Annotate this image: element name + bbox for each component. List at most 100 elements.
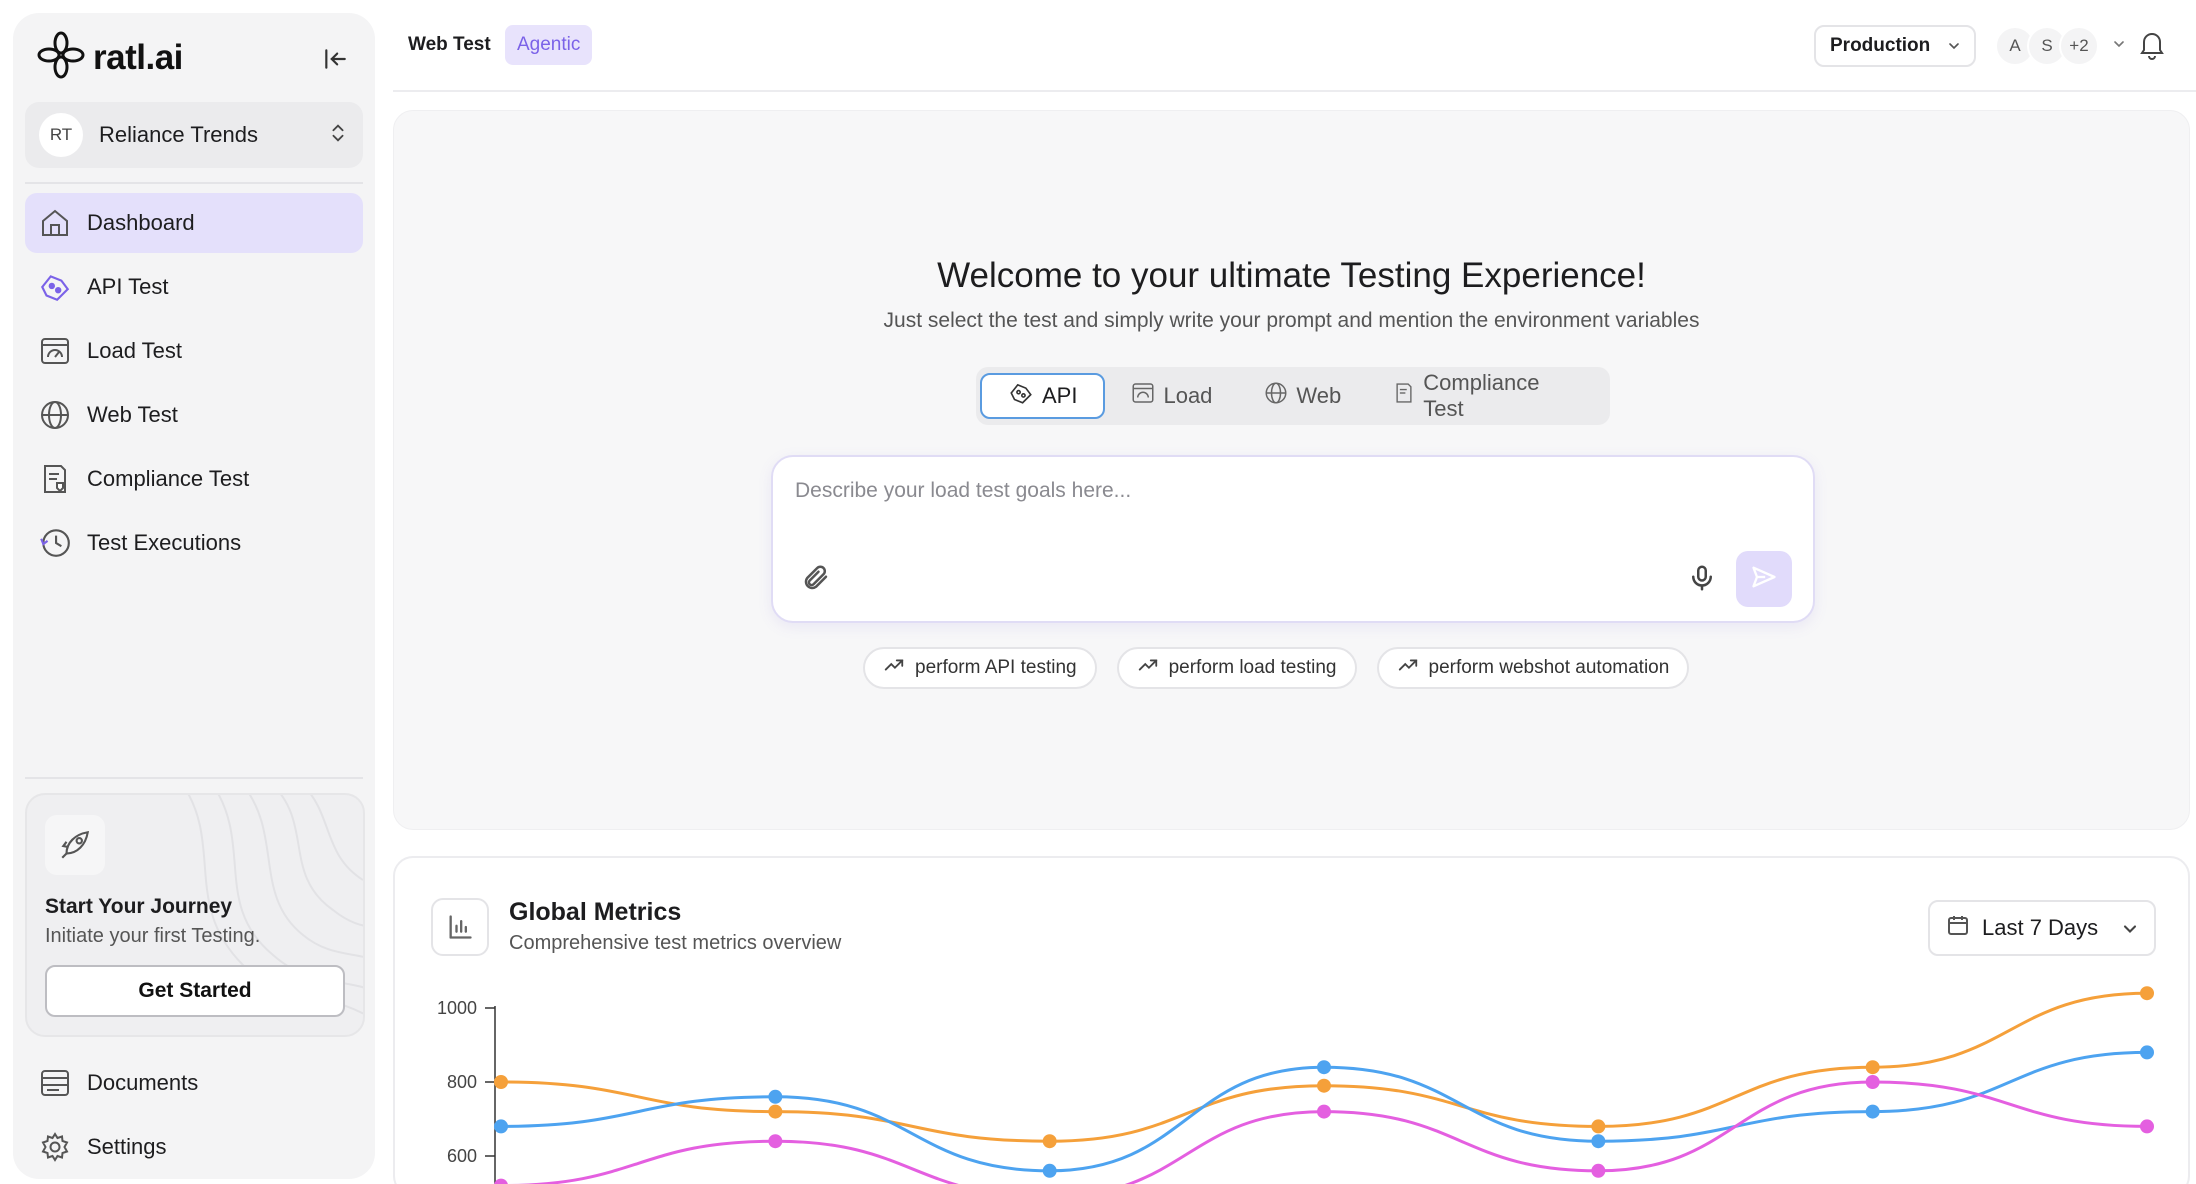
hero-subtitle: Just select the test and simply write yo… xyxy=(883,309,1700,332)
chevron-up-down-icon xyxy=(327,122,349,149)
data-point xyxy=(1865,1075,1880,1089)
data-point xyxy=(1591,1163,1606,1178)
sidebar-bottom-nav: Documents Settings xyxy=(25,1053,363,1181)
tab-label: Web xyxy=(1296,383,1342,408)
data-point xyxy=(494,1178,508,1184)
suggestion-label: perform webshot automation xyxy=(1428,657,1670,678)
sidebar-item-label: Test Executions xyxy=(87,530,242,555)
test-type-tabs: API Load Web Compliance Test xyxy=(976,367,1610,425)
journey-card: Start Your Journey Initiate your first T… xyxy=(25,793,365,1037)
sidebar-item-label: Load Test xyxy=(87,338,183,363)
data-point xyxy=(2140,1045,2154,1060)
send-button[interactable] xyxy=(1736,551,1792,607)
metrics-line-chart: 1000 800 600 xyxy=(437,986,2154,1184)
hero-title: Welcome to your ultimate Testing Experie… xyxy=(937,256,1646,295)
suggestion-label: perform load testing xyxy=(1168,657,1337,678)
hero-panel: Welcome to your ultimate Testing Experie… xyxy=(393,110,2190,830)
globe-icon xyxy=(1264,381,1288,411)
data-point xyxy=(494,1075,508,1089)
trending-up-icon xyxy=(1137,654,1159,682)
top-bar: Web Test Agentic Production A S +2 xyxy=(393,0,2196,92)
collapse-sidebar-button[interactable] xyxy=(317,41,353,77)
ratl-logo-icon xyxy=(37,31,85,84)
agentic-badge: Agentic xyxy=(505,25,593,65)
sidebar-item-label: Settings xyxy=(87,1134,167,1159)
avatar-more: +2 xyxy=(2059,26,2099,66)
tab-compliance-test[interactable]: Compliance Test xyxy=(1367,370,1606,421)
chevron-down-icon[interactable] xyxy=(2111,36,2127,57)
rocket-icon xyxy=(45,815,105,875)
data-point xyxy=(768,1089,783,1104)
tab-api[interactable]: API xyxy=(980,373,1106,419)
suggestion-chip[interactable]: perform load testing xyxy=(1116,647,1357,689)
sidebar-item-dashboard[interactable]: Dashboard xyxy=(25,193,363,253)
workspace-switcher[interactable]: RT Reliance Trends xyxy=(25,102,363,168)
data-point xyxy=(1042,1134,1057,1149)
divider xyxy=(25,777,363,779)
tab-web[interactable]: Web xyxy=(1238,373,1367,419)
history-icon xyxy=(37,525,73,561)
chevron-down-icon xyxy=(1946,38,1962,60)
y-tick-label: 800 xyxy=(447,1072,477,1092)
sidebar-item-documents[interactable]: Documents xyxy=(25,1053,363,1113)
prompt-input[interactable] xyxy=(795,479,1695,503)
environment-select[interactable]: Production xyxy=(1814,25,1976,67)
data-point xyxy=(1865,1060,1880,1075)
suggestion-label: perform API testing xyxy=(915,657,1077,678)
sidebar-item-web-test[interactable]: Web Test xyxy=(25,385,363,445)
get-started-button[interactable]: Get Started xyxy=(45,965,345,1017)
journey-subtitle: Initiate your first Testing. xyxy=(45,925,261,947)
globe-icon xyxy=(37,397,73,433)
api-icon xyxy=(37,269,73,305)
trending-up-icon xyxy=(1397,654,1419,682)
prompt-box xyxy=(771,455,1815,623)
tab-label: Load xyxy=(1163,383,1213,408)
bell-icon[interactable] xyxy=(2136,28,2168,65)
microphone-icon[interactable] xyxy=(1687,563,1717,598)
paperclip-icon[interactable] xyxy=(801,563,831,598)
gauge-icon xyxy=(1131,381,1155,411)
suggestion-chip[interactable]: perform API testing xyxy=(863,647,1097,689)
data-point xyxy=(1317,1078,1331,1093)
gear-icon xyxy=(37,1129,73,1165)
logo-text: ratl.ai xyxy=(93,37,183,77)
sidebar-item-label: Web Test xyxy=(87,402,178,427)
sidebar-item-label: API Test xyxy=(87,274,169,299)
tab-label: API xyxy=(1042,383,1078,408)
sidebar-item-load-test[interactable]: Load Test xyxy=(25,321,363,381)
sidebar-item-test-executions[interactable]: Test Executions xyxy=(25,513,363,573)
sidebar-item-label: Compliance Test xyxy=(87,466,250,491)
y-tick-label: 600 xyxy=(447,1146,477,1166)
gauge-icon xyxy=(37,333,73,369)
logo[interactable]: ratl.ai xyxy=(37,31,183,84)
collaborator-avatars[interactable]: A S +2 xyxy=(1995,26,2099,66)
suggestion-chip[interactable]: perform webshot automation xyxy=(1376,647,1690,689)
data-point xyxy=(2140,1119,2154,1134)
data-point xyxy=(1591,1134,1606,1149)
tab-load[interactable]: Load xyxy=(1105,373,1238,419)
divider xyxy=(25,182,363,184)
global-metrics-card: Global Metrics Comprehensive test metric… xyxy=(393,856,2190,1184)
send-icon xyxy=(1750,563,1778,596)
breadcrumb[interactable]: Web Test xyxy=(408,34,491,56)
environment-value: Production xyxy=(1830,35,1931,56)
data-point xyxy=(1042,1163,1057,1178)
sidebar-item-label: Dashboard xyxy=(87,210,195,235)
data-point xyxy=(1865,1104,1880,1119)
prompt-suggestions: perform API testing perform load testing… xyxy=(863,647,1690,689)
sidebar: ratl.ai RT Reliance Trends Dashboard API… xyxy=(13,13,375,1179)
sidebar-item-compliance-test[interactable]: Compliance Test xyxy=(25,449,363,509)
api-icon xyxy=(1008,380,1034,412)
documents-icon xyxy=(37,1065,73,1101)
tab-label: Compliance Test xyxy=(1423,370,1540,421)
sidebar-item-settings[interactable]: Settings xyxy=(25,1117,363,1177)
sidebar-item-api-test[interactable]: API Test xyxy=(25,257,363,317)
data-point xyxy=(1591,1119,1606,1134)
data-point xyxy=(1317,1060,1331,1075)
sidebar-nav: Dashboard API Test Load Test Web Test Co… xyxy=(25,193,363,577)
data-point xyxy=(1317,1104,1331,1119)
y-tick-label: 1000 xyxy=(437,998,477,1018)
data-point xyxy=(2140,986,2154,1001)
data-point xyxy=(768,1104,783,1119)
document-shield-icon xyxy=(37,461,73,497)
